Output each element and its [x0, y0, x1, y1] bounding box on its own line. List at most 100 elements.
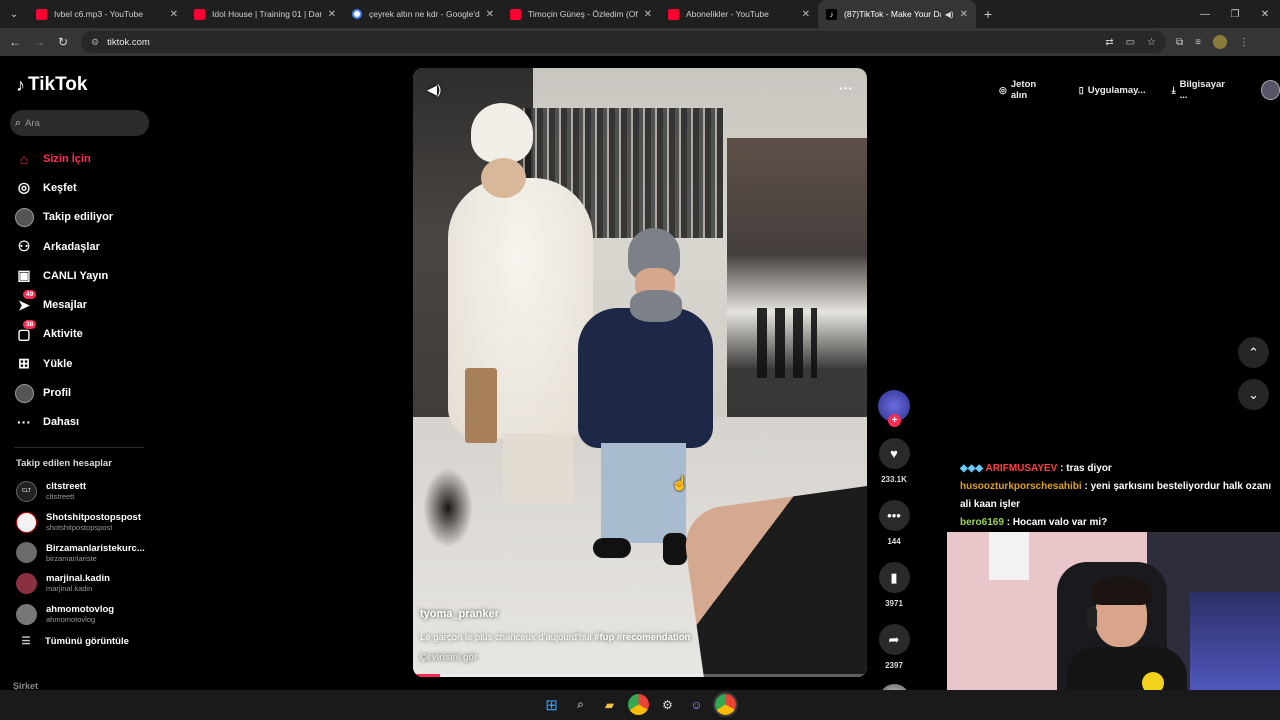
tab-title: Idol House | Training 01 | Dans	[212, 9, 322, 19]
following-account[interactable]: Birzamanlaristekurc... birzamanlariste	[16, 537, 156, 568]
video-frame-detail	[727, 138, 867, 428]
creator-avatar[interactable]: +	[878, 390, 910, 427]
chrome-icon[interactable]	[713, 692, 738, 717]
get-app-label: Uygulamay...	[1087, 84, 1146, 96]
account-name: marjinal.kadin	[46, 573, 110, 585]
sidebar-item-label: Mesajlar	[43, 299, 88, 312]
volume-icon[interactable]: ◀)	[427, 82, 441, 98]
sidebar-item-live[interactable]: ▣ CANLI Yayın	[14, 261, 154, 290]
sidebar-item-label: Takip ediliyor	[43, 211, 114, 224]
save-action[interactable]: ▮ 3971	[878, 562, 910, 608]
next-video-button[interactable]: ⌄	[1238, 379, 1269, 410]
site-info-icon[interactable]: ⚙	[91, 37, 99, 48]
chrome-icon[interactable]	[628, 694, 649, 715]
restore-icon[interactable]: ❐	[1220, 9, 1250, 20]
extensions-icon[interactable]: ⧉	[1176, 37, 1183, 48]
back-icon[interactable]: ←	[3, 35, 27, 49]
sidebar-item-more[interactable]: ··· Dahası	[14, 408, 154, 437]
header-actions: ◎ Jeton alın ▯ Uygulamay... ⤓ Bilgisayar…	[989, 76, 1280, 104]
video-frame-detail	[578, 308, 713, 448]
hashtag-links[interactable]: #fup #recomendation	[594, 632, 690, 643]
browser-tab[interactable]: Ivbel c6.mp3 - YouTube ✕	[28, 0, 186, 28]
browser-tab[interactable]: Idol House | Training 01 | Dans ✕	[186, 0, 344, 28]
heart-icon[interactable]: ♥	[878, 438, 910, 469]
bookmark-star-icon[interactable]: ☆	[1147, 37, 1156, 48]
account-name: cltstreett	[46, 481, 87, 493]
sidebar-item-for-you[interactable]: ⌂ Sizin İçin	[14, 144, 154, 173]
sidebar-item-profile[interactable]: Profil	[14, 378, 154, 407]
see-all-button[interactable]: ☰ Tümünü görüntüle	[16, 636, 129, 647]
cast-icon[interactable]: ▭	[1126, 37, 1135, 48]
tab-title: Timoçin Güneş - Özledim (Offic	[528, 9, 638, 19]
get-coins-label: Jeton alın	[1010, 79, 1037, 101]
forward-icon[interactable]: →	[27, 35, 51, 49]
minimize-icon[interactable]: —	[1190, 9, 1220, 20]
following-account[interactable]: ahmomotovlog ahmomotovlog	[16, 599, 156, 630]
sidebar-item-activity[interactable]: ▢ 38 Aktivite	[14, 319, 154, 349]
desktop-app-button[interactable]: ⤓ Bilgisayar ...	[1162, 77, 1243, 103]
following-account[interactable]: CLT cltstreett cltstreett	[16, 476, 156, 507]
video-progress-bar[interactable]	[413, 674, 867, 677]
see-translation-link[interactable]: Çevirisini gör	[420, 652, 860, 662]
video-caption: tyoma_pranker Le garçon le plus chanceux…	[420, 608, 860, 662]
speaker-icon[interactable]: ◀)	[945, 10, 954, 19]
sidebar-item-messages[interactable]: ➤ 49 Mesajlar	[14, 290, 154, 319]
close-tab-icon[interactable]: ✕	[960, 9, 968, 20]
discord-icon[interactable]: ☺	[686, 694, 707, 715]
browser-tab[interactable]: Timoçin Güneş - Özledim (Offic ✕	[502, 0, 660, 28]
coin-icon: ◎	[999, 84, 1007, 95]
bookmark-icon[interactable]: ▮	[878, 562, 910, 593]
sidebar-item-friends[interactable]: ⚇ Arkadaşlar	[14, 232, 154, 261]
close-tab-icon[interactable]: ✕	[486, 9, 494, 20]
video-author[interactable]: tyoma_pranker	[420, 608, 860, 620]
chat-separator: :	[1057, 463, 1067, 474]
avatar: CLT	[16, 480, 37, 502]
video-player[interactable]: ◀) ··· ☝ tyoma_pranker Le garçon le plus…	[413, 68, 867, 677]
browser-menu-icon[interactable]: ⋮	[1239, 37, 1249, 48]
get-coins-button[interactable]: ◎ Jeton alın	[989, 77, 1063, 103]
close-tab-icon[interactable]: ✕	[170, 9, 178, 20]
sidebar-item-upload[interactable]: ⊞ Yükle	[14, 349, 154, 378]
previous-video-button[interactable]: ⌃	[1238, 337, 1269, 368]
reload-icon[interactable]: ↻	[51, 35, 75, 49]
get-app-button[interactable]: ▯ Uygulamay...	[1069, 77, 1156, 103]
home-icon: ⌂	[19, 150, 29, 167]
following-account[interactable]: marjinal.kadin marjinal.kadin	[16, 568, 156, 599]
comment-icon[interactable]: •••	[878, 500, 910, 531]
chat-username: husoozturkporschesahibi	[960, 481, 1082, 492]
media-icon[interactable]: ≡	[1195, 37, 1201, 48]
search-input[interactable]: ⌕ Ara	[10, 110, 149, 136]
share-icon[interactable]: ➦	[878, 624, 910, 655]
follow-plus-icon[interactable]: +	[888, 414, 901, 427]
browser-tab[interactable]: çeyrek altın ne kdr - Google'da ✕	[344, 0, 502, 28]
url-text: tiktok.com	[107, 36, 150, 48]
search-icon[interactable]: ⌕	[570, 694, 591, 715]
browser-tab-active[interactable]: ♪ (87)TikTok - Make Your Day ◀) ✕	[818, 0, 976, 28]
account-handle: ahmomotovlog	[46, 615, 96, 625]
new-tab-icon[interactable]: +	[976, 6, 1000, 22]
webcam-detail	[1087, 607, 1097, 629]
browser-tab[interactable]: Abonelikler - YouTube ✕	[660, 0, 818, 28]
translate-icon[interactable]: ⇄	[1105, 37, 1113, 48]
tab-search-icon[interactable]: ⌄	[0, 0, 28, 28]
following-account[interactable]: Shotshitpostopspost shotshitpostopspost	[16, 507, 156, 538]
url-field[interactable]: ⚙ tiktok.com ⇄ ▭ ☆	[81, 31, 1166, 53]
comment-action[interactable]: ••• 144	[878, 500, 910, 546]
close-tab-icon[interactable]: ✕	[328, 9, 336, 20]
file-explorer-icon[interactable]: ▰	[599, 694, 620, 715]
browser-profile-avatar[interactable]	[1212, 35, 1227, 49]
like-action[interactable]: ♥ 233.1K	[878, 438, 910, 484]
sidebar-item-following[interactable]: Takip ediliyor	[14, 203, 154, 232]
tiktok-note-icon: ♪	[16, 74, 25, 95]
share-action[interactable]: ➦ 2397	[878, 624, 910, 670]
windows-taskbar: ⊞ ⌕ ▰ ⚙ ☺	[0, 690, 1280, 720]
more-options-icon[interactable]: ···	[839, 80, 853, 96]
steam-icon[interactable]: ⚙	[657, 694, 678, 715]
close-tab-icon[interactable]: ✕	[644, 9, 652, 20]
user-avatar[interactable]	[1260, 80, 1280, 100]
close-tab-icon[interactable]: ✕	[802, 9, 810, 20]
close-window-icon[interactable]: ✕	[1250, 9, 1280, 20]
tiktok-logo[interactable]: ♪ TikTok	[16, 74, 87, 96]
sidebar-item-explore[interactable]: ◎ Keşfet	[14, 173, 154, 202]
windows-start-icon[interactable]: ⊞	[541, 694, 562, 715]
